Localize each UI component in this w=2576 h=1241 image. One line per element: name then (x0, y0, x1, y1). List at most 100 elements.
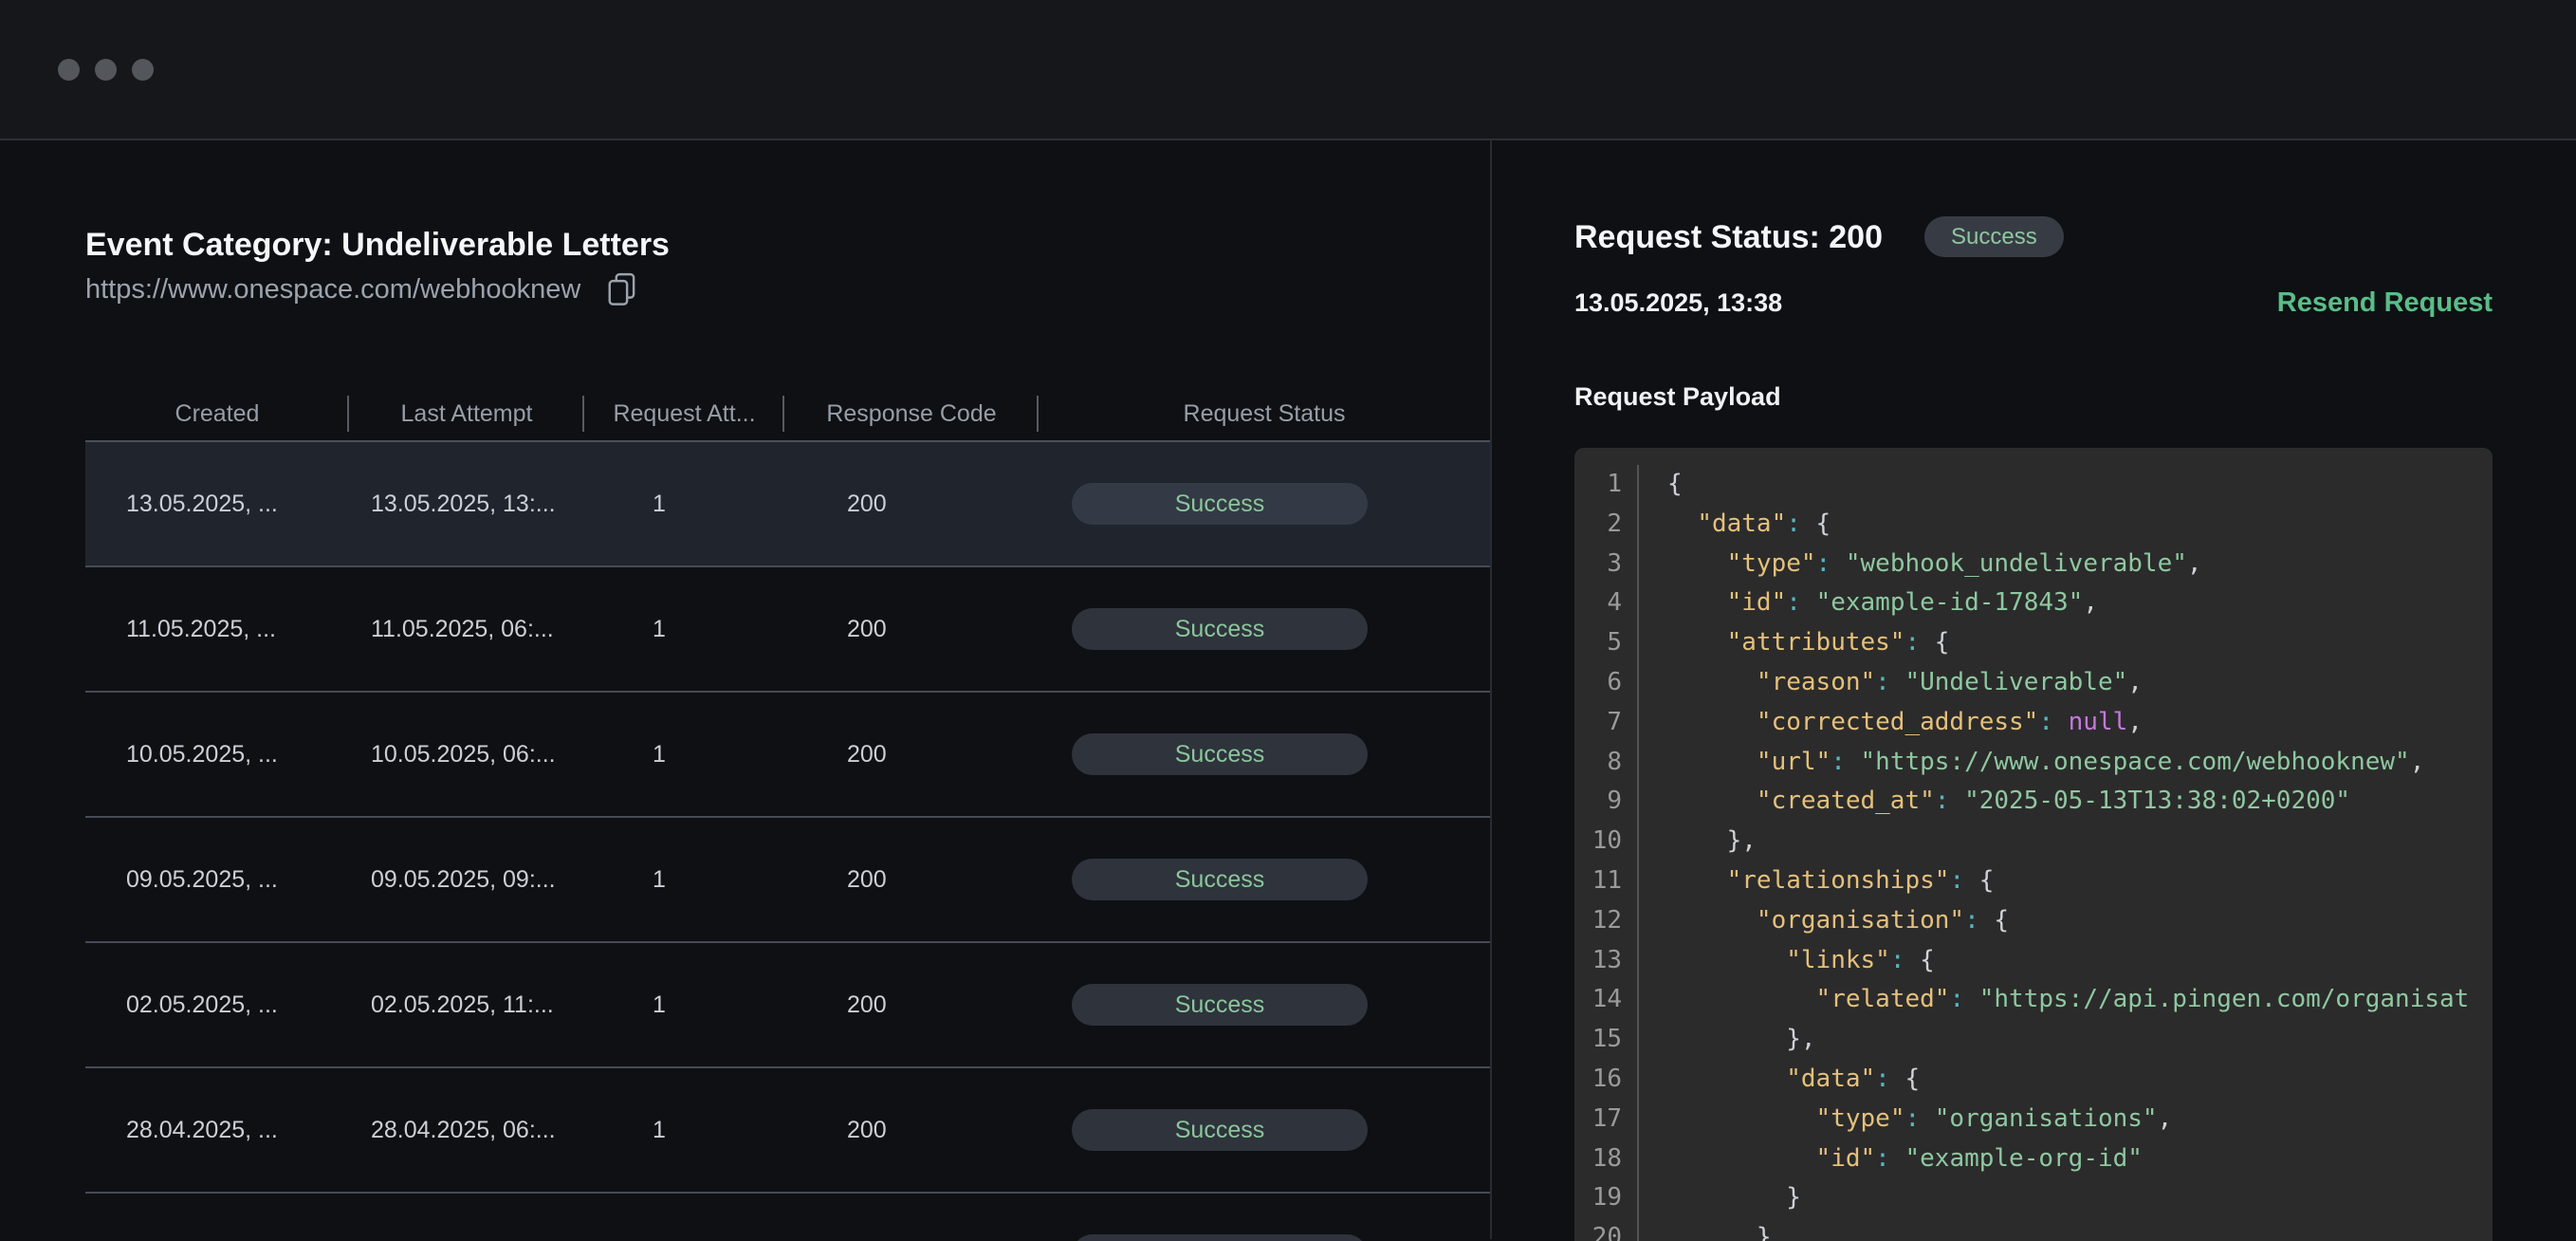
code-text: "relationships": { (1637, 861, 2493, 901)
request-payload-label: Request Payload (1574, 382, 2493, 412)
code-text: "url": "https://www.onespace.com/webhook… (1637, 743, 2493, 783)
resend-request-button[interactable]: Resend Request (2277, 287, 2493, 319)
table-cell: Success (1039, 608, 1490, 650)
table-cell: Success (1039, 483, 1490, 525)
code-text: }, (1637, 1218, 2493, 1241)
table-cell: 02.05.2025, 11:... (349, 991, 584, 1019)
table-cell: 09.05.2025, 09:... (349, 866, 584, 894)
code-text: } (1637, 1178, 2493, 1218)
request-payload-code[interactable]: 1{2 "data": {3 "type": "webhook_undelive… (1574, 448, 2493, 1241)
table-row[interactable]: 11.05.2025, ...11.05.2025, 06:...1200Suc… (85, 567, 1490, 693)
webhook-url-row: https://www.onespace.com/webhooknew (85, 270, 1490, 308)
code-text: }, (1637, 822, 2493, 861)
table-cell: Success (1039, 1109, 1490, 1151)
column-header: Created (85, 400, 349, 428)
table-cell: Success (1039, 733, 1490, 775)
line-number: 1 (1574, 465, 1637, 505)
page-title: Event Category: Undeliverable Letters (85, 225, 1490, 265)
window-control-dot[interactable] (95, 59, 117, 81)
code-line: 2 "data": { (1574, 505, 2493, 545)
status-badge: Success (1072, 1109, 1368, 1151)
request-timestamp: 13.05.2025, 13:38 (1574, 288, 1782, 318)
status-badge: Success (1072, 608, 1368, 650)
code-text: "links": { (1637, 941, 2493, 981)
column-header: Request Status (1039, 400, 1490, 428)
code-text: "type": "organisations", (1637, 1100, 2493, 1139)
line-number: 8 (1574, 743, 1637, 783)
line-number: 4 (1574, 583, 1637, 623)
code-line: 1{ (1574, 465, 2493, 505)
table-row[interactable]: 10.05.2025, ...10.05.2025, 06:...1200Suc… (85, 693, 1490, 818)
window-control-dot[interactable] (58, 59, 80, 81)
main-content: Event Category: Undeliverable Letters ht… (0, 140, 2576, 1239)
table-cell: Success (1039, 1234, 1490, 1241)
table-cell: 200 (784, 741, 1039, 769)
code-text: "created_at": "2025-05-13T13:38:02+0200" (1637, 782, 2493, 822)
table-row[interactable]: Success (85, 1194, 1490, 1241)
code-line: 20 }, (1574, 1218, 2493, 1241)
code-line: 9 "created_at": "2025-05-13T13:38:02+020… (1574, 782, 2493, 822)
code-text: "reason": "Undeliverable", (1637, 663, 2493, 703)
code-text: "attributes": { (1637, 623, 2493, 663)
table-cell: 200 (784, 991, 1039, 1019)
code-line: 7 "corrected_address": null, (1574, 703, 2493, 743)
table-cell: 1 (584, 491, 784, 518)
code-line: 11 "relationships": { (1574, 861, 2493, 901)
line-number: 20 (1574, 1218, 1637, 1241)
status-badge: Success (1924, 216, 2064, 257)
table-cell: 10.05.2025, 06:... (349, 741, 584, 769)
line-number: 18 (1574, 1139, 1637, 1179)
code-line: 12 "organisation": { (1574, 901, 2493, 941)
line-number: 5 (1574, 623, 1637, 663)
code-text: "id": "example-org-id" (1637, 1139, 2493, 1179)
table-cell: 10.05.2025, ... (85, 741, 349, 769)
copy-icon (601, 267, 641, 313)
table-cell: 13.05.2025, ... (85, 491, 349, 518)
code-line: 8 "url": "https://www.onespace.com/webho… (1574, 743, 2493, 783)
table-cell: 13.05.2025, 13:... (349, 491, 584, 518)
table-cell: 11.05.2025, 06:... (349, 616, 584, 643)
status-badge: Success (1072, 1234, 1368, 1241)
table-row[interactable]: 02.05.2025, ...02.05.2025, 11:...1200Suc… (85, 943, 1490, 1068)
code-line: 15 }, (1574, 1020, 2493, 1060)
table-cell: 200 (784, 491, 1039, 518)
line-number: 13 (1574, 941, 1637, 981)
line-number: 6 (1574, 663, 1637, 703)
code-line: 17 "type": "organisations", (1574, 1100, 2493, 1139)
table-body: 13.05.2025, ...13.05.2025, 13:...1200Suc… (85, 442, 1490, 1241)
line-number: 16 (1574, 1060, 1637, 1100)
code-line: 4 "id": "example-id-17843", (1574, 583, 2493, 623)
table-row[interactable]: 09.05.2025, ...09.05.2025, 09:...1200Suc… (85, 818, 1490, 943)
line-number: 7 (1574, 703, 1637, 743)
webhook-requests-table: CreatedLast AttemptRequest Att...Respons… (85, 387, 1490, 1241)
code-line: 14 "related": "https://api.pingen.com/or… (1574, 980, 2493, 1020)
request-detail-panel: Request Status: 200 Success 13.05.2025, … (1490, 140, 2576, 1239)
code-text: "organisation": { (1637, 901, 2493, 941)
line-number: 15 (1574, 1020, 1637, 1060)
line-number: 9 (1574, 782, 1637, 822)
window-control-dot[interactable] (132, 59, 154, 81)
code-text: "type": "webhook_undeliverable", (1637, 545, 2493, 584)
code-line: 18 "id": "example-org-id" (1574, 1139, 2493, 1179)
line-number: 2 (1574, 505, 1637, 545)
code-text: "id": "example-id-17843", (1637, 583, 2493, 623)
code-text: "related": "https://api.pingen.com/organ… (1637, 980, 2493, 1020)
table-cell: 1 (584, 1117, 784, 1144)
code-line: 10 }, (1574, 822, 2493, 861)
code-line: 19 } (1574, 1178, 2493, 1218)
table-cell: 200 (784, 1117, 1039, 1144)
code-text: "data": { (1637, 505, 2493, 545)
table-row[interactable]: 13.05.2025, ...13.05.2025, 13:...1200Suc… (85, 442, 1490, 567)
request-meta-row: 13.05.2025, 13:38 Resend Request (1574, 286, 2493, 320)
code-text: "corrected_address": null, (1637, 703, 2493, 743)
table-cell: 200 (784, 866, 1039, 894)
table-row[interactable]: 28.04.2025, ...28.04.2025, 06:...1200Suc… (85, 1068, 1490, 1194)
copy-url-button[interactable] (601, 267, 641, 313)
code-line: 6 "reason": "Undeliverable", (1574, 663, 2493, 703)
code-line: 5 "attributes": { (1574, 623, 2493, 663)
table-cell: Success (1039, 859, 1490, 900)
line-number: 11 (1574, 861, 1637, 901)
code-line: 13 "links": { (1574, 941, 2493, 981)
table-cell: 28.04.2025, 06:... (349, 1117, 584, 1144)
table-cell: 1 (584, 741, 784, 769)
